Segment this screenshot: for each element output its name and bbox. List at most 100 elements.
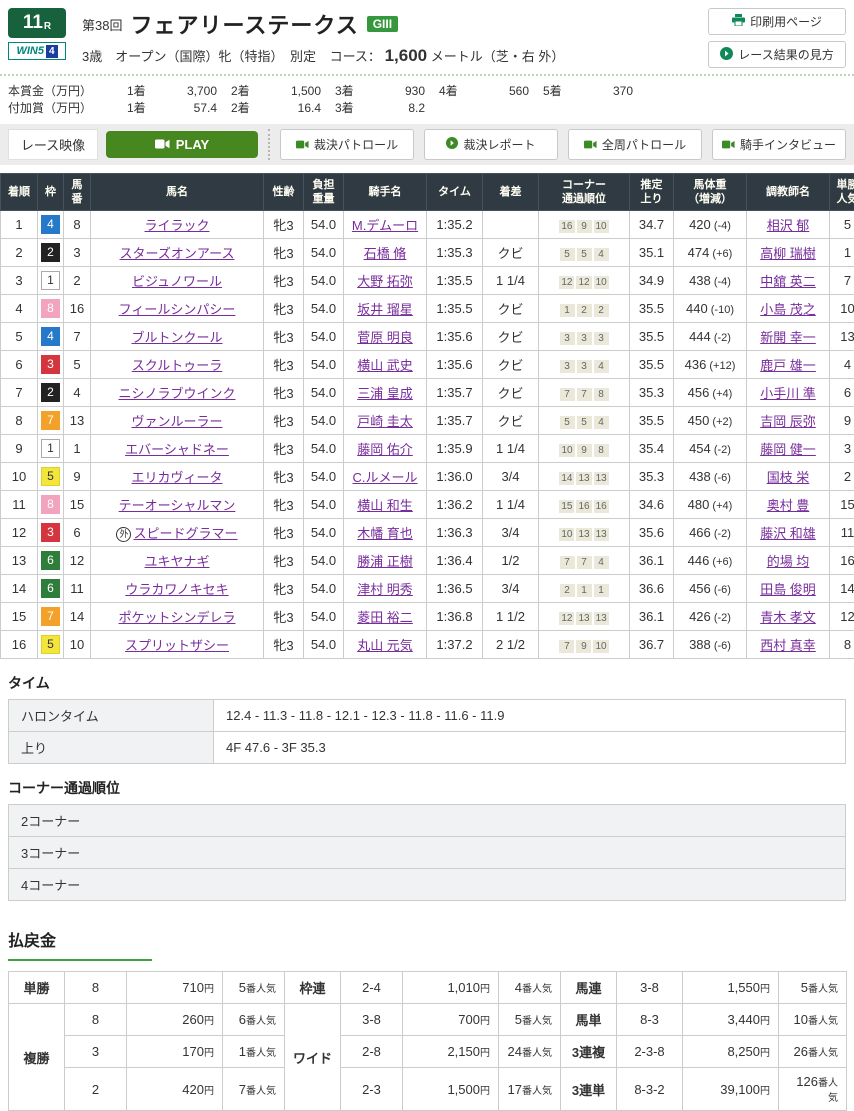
video-camera-icon	[155, 137, 170, 152]
horse-number: 11	[64, 575, 91, 603]
corner-position-chip: 7	[560, 556, 575, 569]
play-button[interactable]: PLAY	[106, 131, 258, 158]
jockey-name-link[interactable]: M.デムーロ	[352, 218, 418, 233]
jockey-cell: 津村 明秀	[344, 575, 427, 603]
horse-name-link[interactable]: スターズオンアース	[120, 246, 235, 261]
yen-suffix: 円	[760, 984, 770, 995]
corner-position-chip: 9	[577, 220, 592, 233]
trainer-name-link[interactable]: 吉岡 辰弥	[760, 414, 816, 429]
corner-position-chip: 7	[560, 388, 575, 401]
corner-positions-cell: 16910	[539, 211, 630, 239]
jockey-name-link[interactable]: 横山 武史	[357, 358, 413, 373]
jockey-name-link[interactable]: 藤岡 佑介	[357, 442, 413, 457]
carried-weight: 54.0	[304, 379, 344, 407]
horse-weight-cell: 444 (-2)	[674, 323, 747, 351]
jockey-name-link[interactable]: 横山 和生	[357, 498, 413, 513]
trainer-name-link[interactable]: 田島 俊明	[760, 582, 816, 597]
trainer-name-link[interactable]: 中舘 英二	[760, 274, 816, 289]
jockey-name-link[interactable]: 戸崎 圭太	[357, 414, 413, 429]
trainer-name-link[interactable]: 新開 幸一	[760, 330, 816, 345]
time-row: ハロンタイム12.4 - 11.3 - 11.8 - 12.1 - 12.3 -…	[9, 700, 846, 732]
corner-position-chip: 10	[559, 444, 574, 457]
corner-positions-cell: 1098	[539, 435, 630, 463]
win-popularity: 16	[830, 547, 854, 575]
time-row-label: ハロンタイム	[9, 700, 214, 732]
horse-name-link[interactable]: ビジュノワール	[132, 274, 222, 289]
trainer-name-link[interactable]: 相沢 郁	[767, 218, 810, 233]
finish-time: 1:36.4	[427, 547, 483, 575]
horse-name-link[interactable]: ニシノラブウインク	[118, 386, 235, 401]
jockey-cell: 横山 和生	[344, 491, 427, 519]
video-button-全周パトロール[interactable]: 全周パトロール	[568, 129, 702, 160]
trainer-name-link[interactable]: 小手川 準	[760, 386, 816, 401]
horse-name-link[interactable]: ユキヤナギ	[144, 554, 209, 569]
trainer-name-link[interactable]: 高柳 瑞樹	[760, 246, 816, 261]
video-button-騎手インタビュー[interactable]: 騎手インタビュー	[712, 129, 846, 160]
print-page-button[interactable]: 印刷用ページ	[708, 8, 846, 35]
horse-number: 12	[64, 547, 91, 575]
payout-popularity: 26番人気	[779, 1036, 847, 1068]
horse-name-link[interactable]: スプリットザシー	[125, 638, 229, 653]
trainer-name-link[interactable]: 的場 均	[767, 554, 810, 569]
horse-name-link[interactable]: エリカヴィータ	[131, 470, 222, 485]
jockey-name-link[interactable]: 三浦 皇成	[357, 386, 413, 401]
jockey-name-link[interactable]: 菱田 裕二	[357, 610, 413, 625]
jockey-name-link[interactable]: 坂井 瑠星	[357, 302, 413, 317]
trainer-name-link[interactable]: 鹿戸 雄一	[760, 358, 816, 373]
horse-name-link[interactable]: テーオーシャルマン	[119, 498, 236, 513]
popularity-suffix: 番人気	[808, 1016, 838, 1027]
horse-name-link[interactable]: フィールシンパシー	[119, 302, 236, 317]
horse-weight-cell: 440 (-10)	[674, 295, 747, 323]
video-button-裁決パトロール[interactable]: 裁決パトロール	[280, 129, 414, 160]
jockey-name-link[interactable]: 菅原 明良	[357, 330, 413, 345]
trainer-name-link[interactable]: 藤岡 健一	[760, 442, 816, 457]
horse-name-link[interactable]: ライラック	[144, 218, 209, 233]
finish-time: 1:35.3	[427, 239, 483, 267]
horse-weight: 440	[686, 301, 708, 316]
payout-combination: 2-8	[341, 1036, 403, 1068]
horse-weight: 426	[689, 609, 711, 624]
jockey-name-link[interactable]: 丸山 元気	[357, 638, 413, 653]
win-popularity: 14	[830, 575, 854, 603]
result-row: 15714ポケットシンデレラ牝354.0菱田 裕二1:36.81 1/21213…	[1, 603, 854, 631]
video-button-裁決レポート[interactable]: 裁決レポート	[424, 129, 558, 160]
trainer-name-link[interactable]: 藤沢 和雄	[760, 526, 816, 541]
payout-type: 馬単	[561, 1004, 617, 1036]
horse-name-link[interactable]: スピードグラマー	[133, 526, 237, 541]
trainer-name-link[interactable]: 青木 孝文	[760, 610, 816, 625]
payout-popularity-value: 5	[801, 980, 808, 995]
horse-weight: 466	[689, 525, 711, 540]
trainer-name-link[interactable]: 西村 真幸	[760, 638, 816, 653]
horse-name-link[interactable]: ポケットシンデレラ	[118, 610, 235, 625]
jockey-name-link[interactable]: 大野 拓弥	[357, 274, 413, 289]
result-row: 14611ウラカワノキセキ牝354.0津村 明秀1:36.53/421136.6…	[1, 575, 854, 603]
jockey-name-link[interactable]: 勝浦 正樹	[357, 554, 413, 569]
horse-weight: 438	[689, 273, 711, 288]
jockey-name-link[interactable]: 木幡 育也	[357, 526, 413, 541]
result-guide-button[interactable]: レース結果の見方	[708, 41, 846, 68]
finish-position: 13	[1, 547, 38, 575]
horse-name-link[interactable]: ウラカワノキセキ	[125, 582, 228, 597]
horse-name-link[interactable]: ブルトンクール	[131, 330, 222, 345]
horse-name-link[interactable]: エバーシャドネー	[125, 442, 229, 457]
corner-position-chip: 5	[560, 416, 575, 429]
trainer-name-link[interactable]: 国枝 栄	[767, 470, 810, 485]
yen-suffix: 円	[760, 1016, 770, 1027]
corner-positions-cell: 121313	[539, 603, 630, 631]
horse-name-link[interactable]: ヴァンルーラー	[131, 414, 222, 429]
trainer-name-link[interactable]: 小島 茂之	[760, 302, 816, 317]
payout-amount-value: 1,500	[447, 1082, 480, 1097]
payout-amount: 710円	[127, 972, 223, 1004]
jockey-name-link[interactable]: C.ルメール	[352, 470, 417, 485]
corner-positions-cell: 554	[539, 407, 630, 435]
trainer-name-link[interactable]: 奥村 豊	[767, 498, 810, 513]
bracket-cell: 5	[38, 463, 64, 491]
payout-body: 単勝8710円5番人気枠連2-41,010円4番人気馬連3-81,550円5番人…	[9, 972, 847, 1111]
results-column-header: タイム	[427, 174, 483, 211]
horse-weight: 456	[688, 385, 710, 400]
finish-time: 1:36.0	[427, 463, 483, 491]
finish-time: 1:35.6	[427, 323, 483, 351]
horse-name-link[interactable]: スクルトゥーラ	[132, 358, 223, 373]
jockey-name-link[interactable]: 津村 明秀	[357, 582, 413, 597]
jockey-name-link[interactable]: 石橋 脩	[364, 246, 407, 261]
